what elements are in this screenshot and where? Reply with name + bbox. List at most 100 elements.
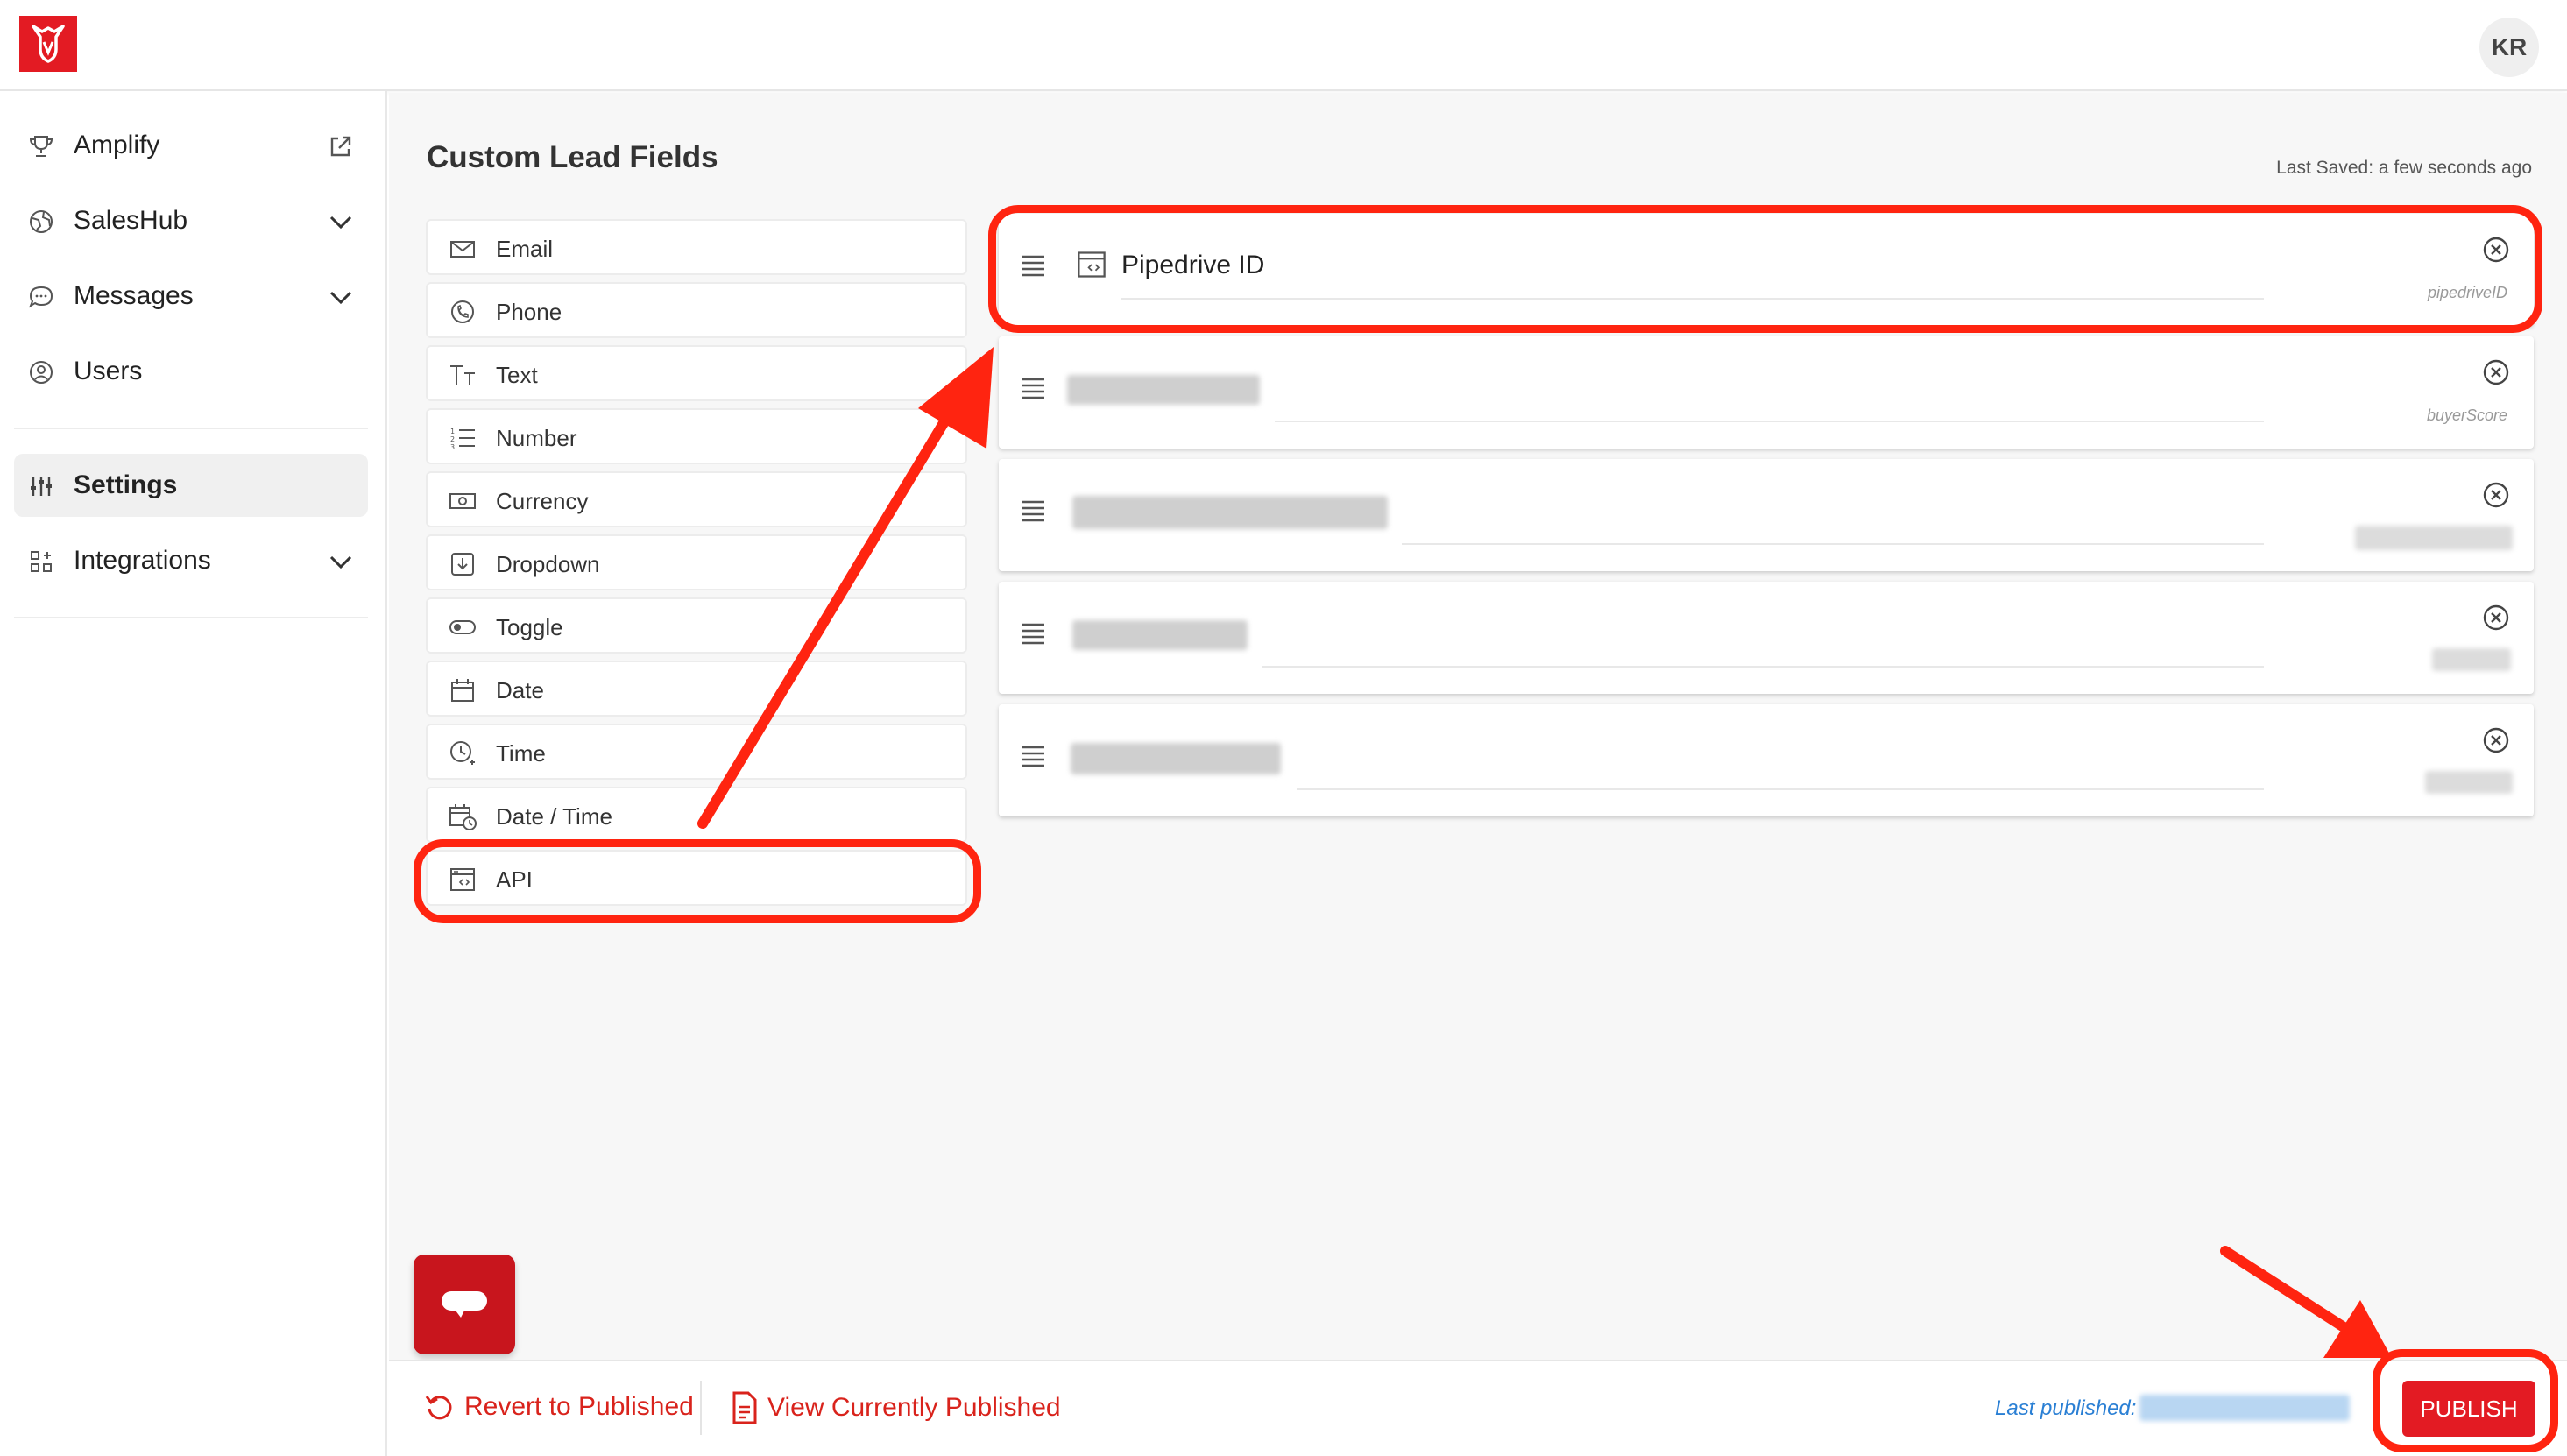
remove-field-icon[interactable] bbox=[2481, 480, 2511, 510]
field-name-underline bbox=[1262, 666, 2264, 668]
chat-widget-button[interactable] bbox=[414, 1255, 515, 1354]
field-name-underline bbox=[1275, 421, 2264, 422]
list-number-icon: 1 2 3 bbox=[450, 428, 475, 451]
user-circle-icon bbox=[30, 361, 53, 384]
sidebar-item-label: Users bbox=[74, 357, 143, 385]
sidebar-item-amplify[interactable]: Amplify bbox=[14, 114, 368, 177]
footer-divider bbox=[700, 1381, 702, 1435]
field-name-underline bbox=[1402, 543, 2264, 545]
remove-field-icon[interactable] bbox=[2481, 725, 2511, 755]
top-bar: KR bbox=[0, 0, 2567, 91]
footer-bar: Revert to Published View Currently Publi… bbox=[389, 1360, 2567, 1456]
redacted-publish-date bbox=[2139, 1395, 2350, 1421]
view-currently-published-link[interactable]: View Currently Published bbox=[731, 1391, 1061, 1424]
globe-icon bbox=[30, 210, 53, 233]
sliders-icon bbox=[31, 477, 52, 496]
envelope-icon bbox=[450, 241, 475, 258]
field-type-text[interactable]: Text bbox=[426, 345, 967, 401]
field-type-phone[interactable]: Phone bbox=[426, 282, 967, 338]
undo-icon bbox=[425, 1396, 452, 1420]
last-saved-status: Last Saved: a few seconds ago bbox=[2276, 158, 2532, 178]
drag-handle-icon[interactable] bbox=[1020, 622, 1046, 645]
clock-icon bbox=[450, 741, 475, 765]
field-type-label: Currency bbox=[496, 488, 589, 514]
custom-field-card[interactable] bbox=[999, 704, 2534, 816]
field-type-label: Date / Time bbox=[496, 803, 612, 830]
svg-text:3: 3 bbox=[450, 443, 455, 451]
field-type-label: Text bbox=[496, 362, 538, 388]
chevron-down-icon[interactable] bbox=[326, 547, 356, 576]
revert-label: Revert to Published bbox=[464, 1392, 694, 1421]
field-type-date-time[interactable]: Date / Time bbox=[426, 787, 967, 843]
svg-text:2: 2 bbox=[450, 435, 455, 443]
field-type-dropdown[interactable]: Dropdown bbox=[426, 534, 967, 590]
dropdown-icon bbox=[451, 553, 474, 576]
sidebar-item-messages[interactable]: Messages bbox=[14, 265, 368, 328]
user-avatar[interactable]: KR bbox=[2479, 18, 2539, 77]
field-type-time[interactable]: Time bbox=[426, 724, 967, 780]
revert-to-published-button[interactable]: Revert to Published bbox=[424, 1391, 694, 1423]
sidebar-item-label: SalesHub bbox=[74, 206, 188, 235]
custom-field-card[interactable]: buyerScore bbox=[999, 336, 2534, 449]
field-type-date[interactable]: Date bbox=[426, 661, 967, 717]
calendar-clock-icon bbox=[449, 804, 477, 830]
banknote-icon bbox=[449, 493, 476, 509]
page-title: Custom Lead Fields bbox=[427, 140, 718, 174]
custom-field-card[interactable] bbox=[999, 582, 2534, 694]
field-type-label: Time bbox=[496, 740, 546, 767]
remove-field-icon[interactable] bbox=[2481, 357, 2511, 387]
highlight-box-publish-button bbox=[2373, 1349, 2558, 1452]
document-icon bbox=[732, 1391, 757, 1424]
drag-handle-icon[interactable] bbox=[1020, 377, 1046, 399]
fox-logo-icon bbox=[32, 25, 65, 63]
field-name-underline bbox=[1297, 788, 2264, 790]
text-icon bbox=[450, 365, 475, 385]
redacted-field-name bbox=[1067, 375, 1260, 405]
phone-icon bbox=[451, 300, 474, 323]
brand-logo[interactable] bbox=[19, 16, 77, 72]
field-type-email[interactable]: Email bbox=[426, 219, 967, 275]
chat-bubble-icon bbox=[28, 286, 53, 308]
sidebar-item-label: Integrations bbox=[74, 546, 211, 575]
drag-handle-icon[interactable] bbox=[1020, 499, 1046, 522]
remove-field-icon[interactable] bbox=[2481, 603, 2511, 633]
chevron-down-icon[interactable] bbox=[326, 282, 356, 312]
view-published-label: View Currently Published bbox=[767, 1393, 1061, 1422]
field-type-label: Email bbox=[496, 236, 554, 262]
redacted-field-name bbox=[1071, 743, 1281, 774]
trophy-icon bbox=[29, 136, 53, 157]
last-published-label: Last published: bbox=[1995, 1396, 2137, 1420]
field-type-label: Date bbox=[496, 677, 544, 703]
field-type-toggle[interactable]: Toggle bbox=[426, 597, 967, 654]
redacted-field-key bbox=[2432, 648, 2511, 671]
redacted-field-key bbox=[2425, 771, 2513, 794]
external-link-icon[interactable] bbox=[326, 131, 356, 161]
field-type-label: Toggle bbox=[496, 614, 563, 640]
sidebar: Amplify SalesHub Messages Users Settings… bbox=[0, 91, 387, 1456]
toggle-icon bbox=[449, 620, 476, 634]
sidebar-item-integrations[interactable]: Integrations bbox=[14, 529, 368, 592]
drag-handle-icon[interactable] bbox=[1020, 745, 1046, 767]
calendar-icon bbox=[451, 679, 474, 702]
highlight-box-api-field-type bbox=[414, 839, 981, 923]
grid-icon bbox=[31, 551, 52, 572]
sidebar-item-users[interactable]: Users bbox=[14, 340, 368, 403]
sidebar-divider bbox=[14, 428, 368, 429]
highlight-box-pipedrive-field bbox=[988, 205, 2542, 333]
svg-text:1: 1 bbox=[450, 428, 455, 435]
sidebar-item-settings[interactable]: Settings bbox=[14, 454, 368, 517]
field-type-number[interactable]: 1 2 3 Number bbox=[426, 408, 967, 464]
sidebar-item-label: Settings bbox=[74, 470, 178, 499]
field-key: buyerScore bbox=[2426, 406, 2507, 424]
chat-bubble-icon bbox=[442, 1291, 487, 1318]
field-type-currency[interactable]: Currency bbox=[426, 471, 967, 527]
redacted-field-name bbox=[1072, 620, 1248, 650]
sidebar-item-saleshub[interactable]: SalesHub bbox=[14, 189, 368, 252]
sidebar-item-label: Messages bbox=[74, 281, 194, 310]
field-type-label: Dropdown bbox=[496, 551, 600, 577]
custom-field-card[interactable] bbox=[999, 459, 2534, 571]
redacted-field-name bbox=[1072, 496, 1388, 529]
redacted-field-key bbox=[2355, 526, 2513, 550]
chevron-down-icon[interactable] bbox=[326, 207, 356, 237]
sidebar-divider bbox=[14, 617, 368, 618]
